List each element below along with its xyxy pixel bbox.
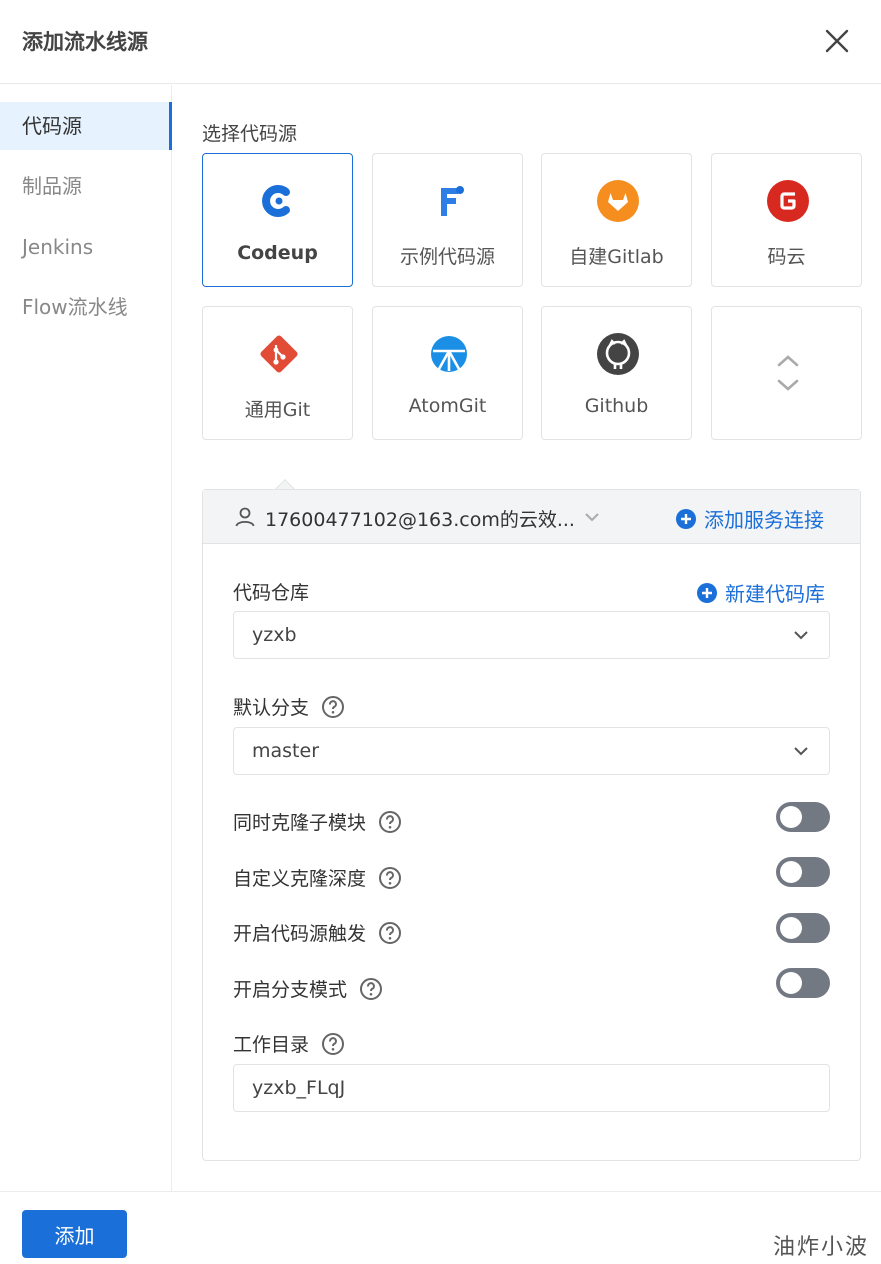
- repo-select[interactable]: yzxb: [233, 611, 830, 659]
- branch-select-value: master: [252, 740, 320, 762]
- branch-mode-toggle[interactable]: [776, 968, 830, 998]
- source-trigger-toggle[interactable]: [776, 913, 830, 943]
- chevron-down-icon[interactable]: [581, 506, 603, 528]
- workdir-input[interactable]: [233, 1064, 830, 1112]
- tile-label: AtomGit: [408, 395, 487, 417]
- chevron-down-icon: [794, 631, 808, 640]
- tile-label: 码云: [767, 246, 806, 268]
- help-icon[interactable]: [359, 977, 383, 1001]
- tile-label: 自建Gitlab: [569, 246, 664, 268]
- help-icon[interactable]: [321, 695, 345, 719]
- dialog-footer: 添加 油炸小波: [0, 1191, 881, 1264]
- source-tile-github[interactable]: Github: [541, 306, 692, 440]
- help-icon[interactable]: [378, 810, 402, 834]
- sidebar-item-flow-pipeline[interactable]: Flow流水线: [0, 283, 172, 331]
- add-service-connection-link[interactable]: 添加服务连接: [676, 504, 824, 533]
- sidebar: 代码源 制品源 Jenkins Flow流水线: [0, 85, 172, 1191]
- source-tile-gitlab[interactable]: 自建Gitlab: [541, 153, 692, 287]
- new-repo-label: 新建代码库: [725, 582, 825, 606]
- branch-label: 默认分支: [233, 697, 310, 719]
- atomgit-logo-icon: [431, 336, 467, 372]
- gitlab-logo-icon: [597, 180, 639, 222]
- github-logo-icon: [597, 333, 639, 375]
- branch-mode-label-row: 开启分支模式: [233, 975, 383, 1002]
- connection-header: 17600477102@163.com的云效... 添加服务连接: [203, 490, 860, 544]
- submodule-label-row: 同时克隆子模块: [233, 808, 402, 835]
- tile-label: 示例代码源: [399, 246, 495, 268]
- clone-depth-label-row: 自定义克隆深度: [233, 864, 402, 891]
- sidebar-item-code-source[interactable]: 代码源: [0, 102, 172, 150]
- clone-depth-label: 自定义克隆深度: [233, 868, 367, 890]
- sidebar-item-jenkins[interactable]: Jenkins: [0, 223, 172, 271]
- repo-label: 代码仓库: [233, 582, 310, 604]
- connection-account-select[interactable]: 17600477102@163.com的云效...: [265, 505, 575, 532]
- close-icon[interactable]: [818, 22, 856, 60]
- help-icon[interactable]: [378, 921, 402, 945]
- expand-updown-icon: [777, 355, 799, 391]
- plus-circle-icon: [676, 508, 696, 529]
- dialog-title: 添加流水线源: [22, 30, 148, 54]
- help-icon[interactable]: [378, 866, 402, 890]
- source-trigger-label-row: 开启代码源触发: [233, 919, 402, 946]
- new-repo-link[interactable]: 新建代码库: [697, 578, 825, 607]
- select-source-label: 选择代码源: [202, 123, 298, 145]
- plus-circle-icon: [697, 582, 717, 603]
- source-tile-codeup[interactable]: Codeup: [202, 153, 353, 287]
- add-service-connection-label: 添加服务连接: [704, 508, 824, 532]
- chevron-down-icon: [794, 747, 808, 756]
- tile-label: Github: [584, 395, 649, 417]
- submodule-label: 同时克隆子模块: [233, 812, 367, 834]
- codeup-logo-icon: [262, 185, 290, 217]
- gitee-logo-icon: [767, 180, 809, 222]
- source-tile-gitee[interactable]: 码云: [711, 153, 862, 287]
- source-tile-sample[interactable]: 示例代码源: [372, 153, 523, 287]
- branch-label-row: 默认分支: [233, 693, 345, 720]
- source-tile-expand[interactable]: [711, 306, 862, 440]
- user-icon: [235, 507, 255, 527]
- source-tile-git[interactable]: 通用Git: [202, 306, 353, 440]
- workdir-label-row: 工作目录: [233, 1030, 345, 1057]
- tile-label: 通用Git: [244, 399, 311, 421]
- branch-mode-label: 开启分支模式: [233, 979, 348, 1001]
- submodule-toggle[interactable]: [776, 802, 830, 832]
- clone-depth-toggle[interactable]: [776, 857, 830, 887]
- config-panel: 17600477102@163.com的云效... 添加服务连接 代码仓库 新建…: [202, 489, 861, 1161]
- sample-source-logo-icon: [441, 186, 464, 216]
- branch-select[interactable]: master: [233, 727, 830, 775]
- repo-select-value: yzxb: [252, 624, 297, 646]
- help-icon[interactable]: [321, 1032, 345, 1056]
- add-button[interactable]: 添加: [22, 1210, 127, 1258]
- source-trigger-label: 开启代码源触发: [233, 923, 367, 945]
- watermark: 油炸小波: [773, 1235, 870, 1260]
- sidebar-item-artifact-source[interactable]: 制品源: [0, 162, 172, 210]
- tile-label: Codeup: [237, 242, 318, 264]
- workdir-label: 工作目录: [233, 1034, 310, 1056]
- source-tile-atomgit[interactable]: AtomGit: [372, 306, 523, 440]
- main-content: 选择代码源 Codeup 示例代码源 自建Gitlab 码云 通用Git Ato…: [172, 85, 881, 1191]
- dialog-header: 添加流水线源: [0, 0, 881, 84]
- git-logo-icon: [260, 335, 298, 373]
